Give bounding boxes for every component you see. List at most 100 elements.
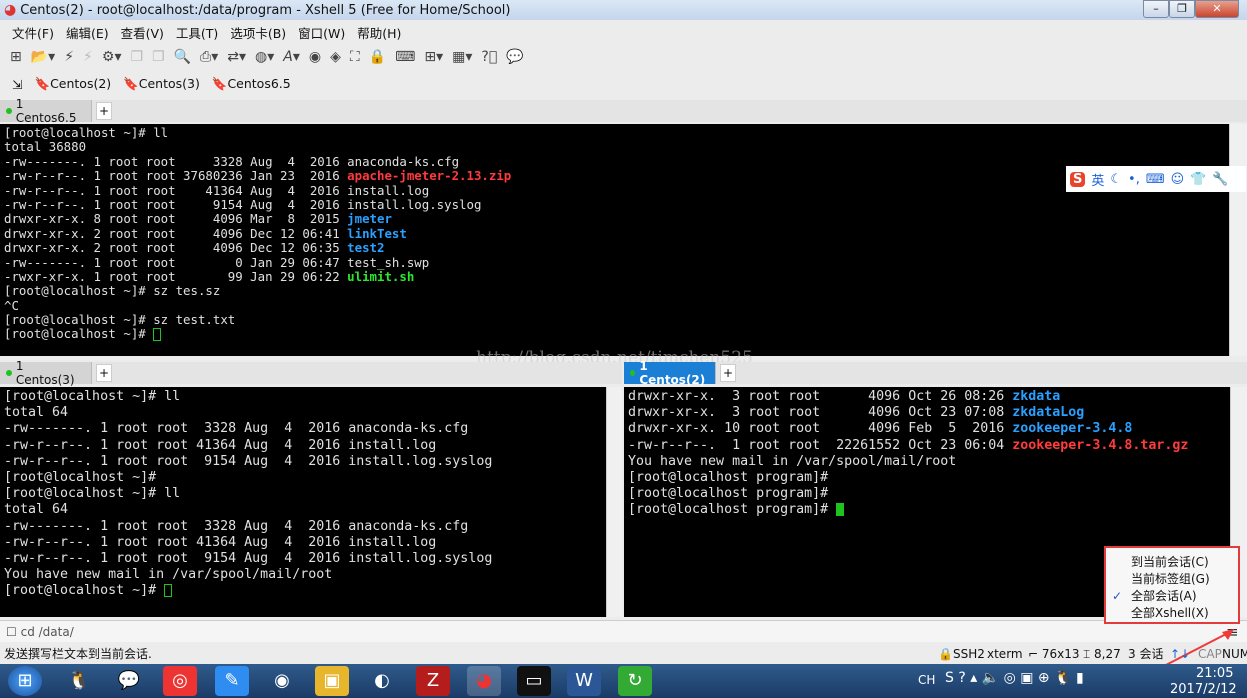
terminal-text: -rw-------. 1 root root 3328 Aug 4 2016 …: [4, 421, 469, 437]
terminal-line: [root@localhost ~]# sz test.txt: [0, 312, 1229, 327]
terminal-text: [root@localhost ~]#: [4, 326, 154, 342]
open-icon[interactable]: 📂▾: [31, 49, 55, 65]
terminal-centos3[interactable]: [root@localhost ~]# ll total 64 -rw-------…: [0, 387, 606, 617]
layout-icon[interactable]: ▦▾: [452, 49, 472, 65]
shirt-icon[interactable]: 👕: [1190, 172, 1206, 187]
terminal-scrollbar[interactable]: [1229, 124, 1247, 356]
clock-time[interactable]: 21:05: [1196, 666, 1233, 681]
terminal-line: [root@localhost ~]#: [0, 583, 606, 599]
menu-item-all-sessions[interactable]: ✓ 全部会话(A): [1106, 588, 1238, 605]
xmanager-icon[interactable]: ◈: [330, 49, 341, 65]
chrome-icon[interactable]: ◉: [265, 666, 299, 696]
start-button[interactable]: ⊞: [8, 666, 42, 696]
file-name: zkdataLog: [1012, 405, 1085, 421]
tab-centos3[interactable]: 1 Centos(3): [0, 359, 92, 387]
cmd-icon[interactable]: ▭: [517, 666, 551, 696]
lock-icon[interactable]: 🔒: [369, 49, 386, 65]
help-icon[interactable]: ?⃝: [481, 49, 497, 65]
compose-checkbox-icon[interactable]: ☐: [6, 625, 17, 639]
word-icon[interactable]: W: [567, 666, 601, 696]
find-icon[interactable]: 🔍: [174, 49, 191, 65]
maximize-button[interactable]: ❐: [1169, 0, 1195, 18]
copy-icon[interactable]: ❐: [130, 49, 143, 65]
user-icon[interactable]: ☺: [1171, 172, 1185, 187]
terminal-line: -rw-r--r--. 1 root root 41364 Aug 4 2016…: [0, 535, 606, 551]
ime-toolbar[interactable]: S 英 ☾ •, ⌨ ☺ 👕 🔧: [1066, 166, 1246, 192]
terminal-text: -rw-r--r--. 1 root root 22261552 Oct 23 …: [628, 437, 1013, 453]
minimize-button[interactable]: –: [1143, 0, 1169, 18]
menu-help[interactable]: 帮助(H): [357, 23, 401, 42]
add-link-icon[interactable]: ⇲: [12, 77, 22, 92]
xshell-taskbar-icon[interactable]: ◕: [467, 666, 501, 696]
menu-item-all-xshell[interactable]: 全部Xshell(X): [1106, 605, 1238, 622]
keyboard-icon[interactable]: ⌨: [1146, 172, 1165, 187]
tab-label: 1 Centos(2): [639, 359, 706, 387]
new-tab-button[interactable]: +: [96, 364, 112, 382]
terminal-line: -rw-r--r--. 1 root root 9154 Aug 4 2016 …: [0, 551, 606, 567]
punct-icon[interactable]: •,: [1128, 172, 1140, 187]
filezilla-icon[interactable]: Z: [416, 666, 450, 696]
folder-app-icon[interactable]: ▣: [315, 666, 349, 696]
terminal-line: -rw-r--r--. 1 root root 22261552 Oct 23 …: [624, 438, 1230, 454]
terminal-text: -rw-------. 1 root root 3328 Aug 4 2016: [4, 153, 348, 169]
wechat-icon[interactable]: 💬: [112, 666, 146, 696]
fullscreen-icon[interactable]: ⛶: [350, 49, 360, 65]
paste-icon[interactable]: ❐: [152, 49, 165, 65]
chat-icon[interactable]: 💬: [506, 49, 523, 65]
menu-tabs[interactable]: 选项卡(B): [230, 23, 286, 42]
language-indicator[interactable]: CH: [918, 673, 935, 687]
new-tab-button[interactable]: +: [96, 102, 112, 120]
menu-file[interactable]: 文件(F): [12, 23, 54, 42]
menu-bar: 文件(F) 编辑(E) 查看(V) 工具(T) 选项卡(B) 窗口(W) 帮助(…: [0, 20, 1247, 44]
terminal-text: -rw-r--r--. 1 root root 41364 Aug 4 2016…: [4, 437, 437, 453]
moon-icon[interactable]: ☾: [1110, 172, 1122, 187]
terminal-line: -rw-r--r--. 1 root root 41364 Aug 4 2016…: [0, 182, 1229, 198]
eclipse-icon[interactable]: ◐: [365, 666, 399, 696]
terminal-text: -rw-r--r--. 1 root root 41364 Aug 4 2016: [4, 182, 348, 198]
tab-centos65[interactable]: 1 Centos6.5: [0, 97, 92, 125]
clock-date[interactable]: 2017/2/12: [1170, 682, 1237, 697]
terminal-line: -rwxr-xr-x. 1 root root 99 Jan 29 06:22 …: [0, 269, 1229, 284]
qq-icon[interactable]: 🐧: [62, 666, 96, 696]
netease-music-icon[interactable]: ◎: [163, 666, 197, 696]
font-icon[interactable]: A▾: [283, 49, 300, 65]
keyboard-icon[interactable]: ⌨: [395, 49, 415, 65]
notes-icon[interactable]: ✎: [215, 666, 249, 696]
menu-item-current-session[interactable]: 到当前会话(C): [1106, 554, 1238, 571]
print-icon[interactable]: ⎙▾: [200, 49, 218, 65]
link-centos3[interactable]: 🔖Centos(3): [123, 76, 200, 92]
ime-language[interactable]: 英: [1091, 170, 1104, 189]
terminal-text: [root@localhost ~]# sz tes.sz: [4, 283, 221, 299]
caps-indicator: CAP: [1198, 647, 1222, 661]
new-tab-icon[interactable]: ⊞▾: [424, 49, 443, 65]
title-bar: ◕ Centos(2) - root@localhost:/data/progr…: [0, 0, 1247, 20]
transfer-icon[interactable]: ⇄▾: [227, 49, 246, 65]
disconnect-icon[interactable]: ⚡: [83, 49, 93, 65]
tab-centos2[interactable]: 1 Centos(2): [624, 359, 716, 387]
update-icon[interactable]: ↻: [618, 666, 652, 696]
menu-item-current-tab-group[interactable]: 当前标签组(G): [1106, 571, 1238, 588]
properties-icon[interactable]: ⚙▾: [102, 49, 122, 65]
menu-tools[interactable]: 工具(T): [176, 23, 218, 42]
cursor: [836, 502, 845, 516]
close-button[interactable]: ✕: [1195, 0, 1239, 18]
xftp-icon[interactable]: ◉: [309, 49, 321, 65]
terminal-scrollbar[interactable]: [606, 387, 622, 617]
menu-window[interactable]: 窗口(W): [298, 23, 345, 42]
globe-icon[interactable]: ◍▾: [255, 49, 274, 65]
new-session-icon[interactable]: ⊞: [10, 49, 22, 65]
menu-view[interactable]: 查看(V): [121, 23, 164, 42]
terminal-text: drwxr-xr-x. 8 root root 4096 Mar 8 2015: [4, 211, 348, 227]
link-centos2[interactable]: 🔖Centos(2): [34, 76, 111, 92]
file-name: zkdata: [1012, 389, 1061, 404]
new-tab-button[interactable]: +: [720, 364, 736, 382]
link-centos65[interactable]: 🔖Centos6.5: [212, 76, 291, 92]
tray-icons[interactable]: S ? ▴ 🔈 ◎ ▣ ⊕ 🐧 ▮: [945, 670, 1084, 686]
terminal-line: total 64: [0, 502, 606, 518]
wrench-icon[interactable]: 🔧: [1212, 172, 1228, 187]
menu-edit[interactable]: 编辑(E): [66, 23, 109, 42]
terminal-centos65[interactable]: [root@localhost ~]# ll total 36880 -rw----…: [0, 124, 1229, 356]
connect-icon[interactable]: ⚡: [64, 49, 74, 65]
compose-bar[interactable]: ☐ cd /data/ ≡: [0, 620, 1247, 642]
compose-input[interactable]: cd /data/: [21, 625, 74, 639]
